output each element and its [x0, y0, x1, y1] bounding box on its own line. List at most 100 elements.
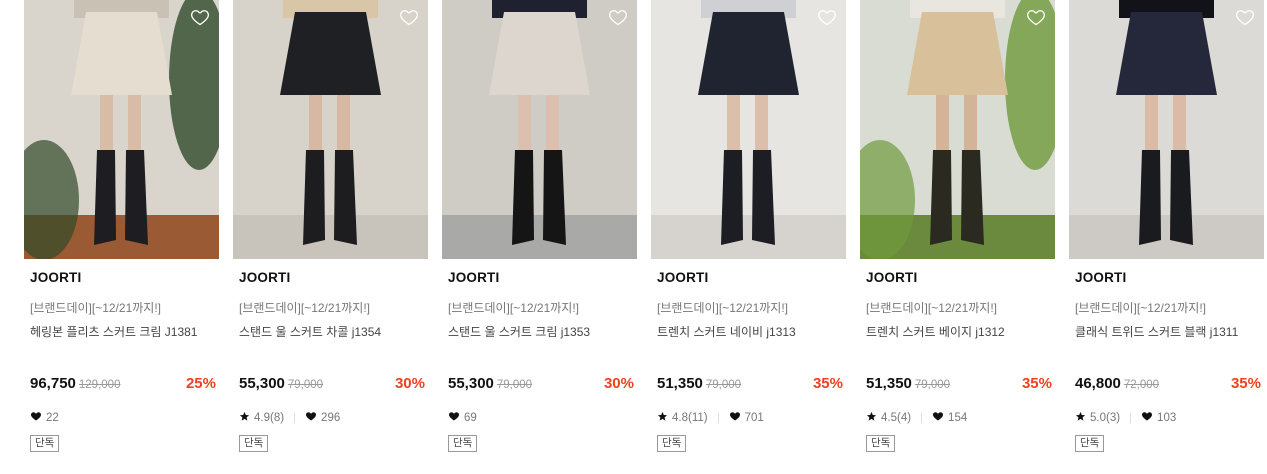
heart-icon[interactable]	[817, 7, 837, 27]
original-price: 79,000	[705, 379, 742, 391]
promo-text: [브랜드데이][~12/21까지!]	[1075, 301, 1206, 315]
product-card[interactable]: JOORTI [브랜드데이][~12/21까지!] 스탠드 울 스커트 차콜 j13…	[233, 0, 428, 474]
product-name[interactable]: 클래식 트위드 스커트 블랙 j1311	[1075, 324, 1238, 340]
like-count: 154	[948, 412, 968, 424]
brand-name[interactable]: JOORTI	[866, 268, 1052, 288]
like-count: 103	[1157, 412, 1177, 424]
heart-filled-icon	[305, 410, 321, 426]
heart-filled-icon	[729, 410, 745, 426]
promo-text: [브랜드데이][~12/21까지!]	[866, 301, 997, 315]
heart-filled-icon	[1141, 410, 1157, 426]
price-row: 96,750 129,000 25%	[30, 374, 216, 394]
heart-filled-icon	[30, 410, 46, 426]
product-name[interactable]: 스탠드 울 스커트 크림 j1353	[448, 324, 590, 340]
divider	[921, 413, 923, 423]
product-name[interactable]: 트렌치 스커트 네이비 j1313	[657, 324, 796, 340]
product-grid: JOORTI [브랜드데이][~12/21까지!] 헤링본 플리츠 스커트 크림 J…	[0, 0, 1267, 474]
like-count: 296	[321, 412, 341, 424]
heart-icon[interactable]	[608, 7, 628, 27]
product-name[interactable]: 헤링본 플리츠 스커트 크림 J1381	[30, 324, 197, 340]
exclusive-badge: 단독	[239, 435, 269, 452]
star-icon	[1075, 411, 1090, 426]
product-image[interactable]	[24, 0, 219, 259]
product-image[interactable]	[442, 0, 637, 259]
product-meta: 5.0(3) 103	[1075, 410, 1176, 426]
promo-text: [브랜드데이][~12/21까지!]	[239, 301, 370, 315]
price-row: 55,300 79,000 30%	[448, 374, 634, 394]
rating-text: 4.5(4)	[881, 412, 912, 424]
exclusive-badge: 단독	[866, 435, 896, 452]
heart-filled-icon	[932, 410, 948, 426]
divider	[717, 413, 719, 423]
sale-price: 46,800	[1075, 375, 1121, 392]
product-image[interactable]	[1069, 0, 1264, 259]
exclusive-badge: 단독	[30, 435, 60, 452]
promo-text: [브랜드데이][~12/21까지!]	[448, 301, 579, 315]
product-card[interactable]: JOORTI [브랜드데이][~12/21까지!] 트렌치 스커트 네이비 j131…	[651, 0, 846, 474]
brand-name[interactable]: JOORTI	[239, 268, 425, 288]
sale-price: 51,350	[866, 375, 912, 392]
original-price: 79,000	[287, 379, 324, 391]
product-card[interactable]: JOORTI [브랜드데이][~12/21까지!] 트렌치 스커트 베이지 j131…	[860, 0, 1055, 474]
product-meta: 4.9(8) 296	[239, 410, 340, 426]
discount-rate: 30%	[603, 375, 634, 392]
original-price: 79,000	[496, 379, 533, 391]
discount-rate: 25%	[185, 375, 216, 392]
promo-text: [브랜드데이][~12/21까지!]	[657, 301, 788, 315]
discount-rate: 35%	[1230, 375, 1261, 392]
product-image[interactable]	[860, 0, 1055, 259]
sale-price: 55,300	[239, 375, 285, 392]
original-price: 129,000	[78, 379, 121, 391]
product-name[interactable]: 트렌치 스커트 베이지 j1312	[866, 324, 1005, 340]
price-row: 55,300 79,000 30%	[239, 374, 425, 394]
product-card[interactable]: JOORTI [브랜드데이][~12/21까지!] 클래식 트위드 스커트 블랙 j…	[1069, 0, 1264, 474]
product-info: JOORTI [브랜드데이][~12/21까지!] 클래식 트위드 스커트 블랙 j…	[1075, 268, 1261, 452]
product-meta: 69	[448, 410, 477, 426]
star-icon	[866, 411, 881, 426]
heart-icon[interactable]	[399, 7, 419, 27]
like-count: 701	[744, 412, 764, 424]
product-info: JOORTI [브랜드데이][~12/21까지!] 트렌치 스커트 네이비 j131…	[657, 268, 843, 452]
product-card[interactable]: JOORTI [브랜드데이][~12/21까지!] 헤링본 플리츠 스커트 크림 J…	[24, 0, 219, 474]
like-count: 22	[46, 412, 59, 424]
original-price: 79,000	[914, 379, 951, 391]
star-icon	[657, 411, 672, 426]
heart-icon[interactable]	[1235, 7, 1255, 27]
product-name[interactable]: 스탠드 울 스커트 차콜 j1354	[239, 324, 381, 340]
price-row: 51,350 79,000 35%	[866, 374, 1052, 394]
rating-text: 4.9(8)	[254, 412, 285, 424]
star-icon	[239, 411, 254, 426]
heart-icon[interactable]	[1026, 7, 1046, 27]
product-info: JOORTI [브랜드데이][~12/21까지!] 헤링본 플리츠 스커트 크림 J…	[30, 268, 216, 452]
divider	[1130, 413, 1132, 423]
exclusive-badge: 단독	[448, 435, 478, 452]
product-image[interactable]	[651, 0, 846, 259]
divider	[294, 413, 296, 423]
price-row: 46,800 72,000 35%	[1075, 374, 1261, 394]
product-meta: 22	[30, 410, 59, 426]
product-meta: 4.8(11) 701	[657, 410, 764, 426]
product-image[interactable]	[233, 0, 428, 259]
product-info: JOORTI [브랜드데이][~12/21까지!] 스탠드 울 스커트 차콜 j13…	[239, 268, 425, 452]
product-info: JOORTI [브랜드데이][~12/21까지!] 트렌치 스커트 베이지 j131…	[866, 268, 1052, 452]
brand-name[interactable]: JOORTI	[657, 268, 843, 288]
heart-filled-icon	[448, 410, 464, 426]
discount-rate: 35%	[1021, 375, 1052, 392]
sale-price: 55,300	[448, 375, 494, 392]
brand-name[interactable]: JOORTI	[1075, 268, 1261, 288]
exclusive-badge: 단독	[657, 435, 687, 452]
brand-name[interactable]: JOORTI	[30, 268, 216, 288]
rating-text: 4.8(11)	[672, 412, 708, 424]
discount-rate: 30%	[394, 375, 425, 392]
heart-icon[interactable]	[190, 7, 210, 27]
rating-text: 5.0(3)	[1090, 412, 1121, 424]
exclusive-badge: 단독	[1075, 435, 1105, 452]
price-row: 51,350 79,000 35%	[657, 374, 843, 394]
promo-text: [브랜드데이][~12/21까지!]	[30, 301, 161, 315]
like-count: 69	[464, 412, 477, 424]
original-price: 72,000	[1123, 379, 1160, 391]
brand-name[interactable]: JOORTI	[448, 268, 634, 288]
sale-price: 96,750	[30, 375, 76, 392]
product-card[interactable]: JOORTI [브랜드데이][~12/21까지!] 스탠드 울 스커트 크림 j13…	[442, 0, 637, 474]
sale-price: 51,350	[657, 375, 703, 392]
